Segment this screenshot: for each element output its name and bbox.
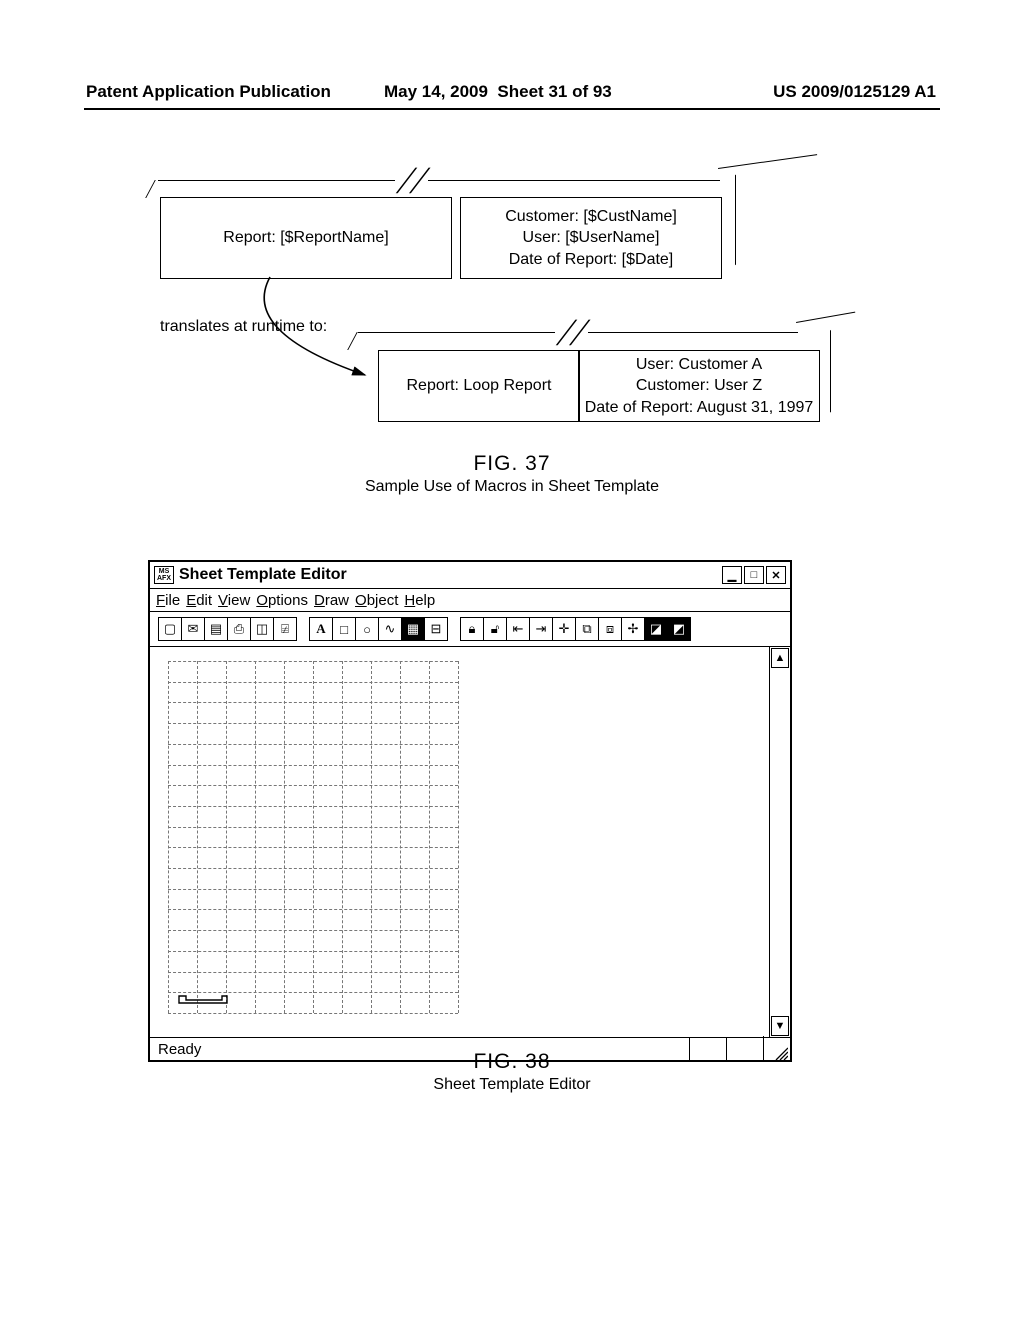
- ruler-shape-icon: [178, 991, 228, 1005]
- group-icon[interactable]: ⧉: [576, 618, 599, 640]
- window-title: Sheet Template Editor: [179, 566, 722, 584]
- grid-overlay: [168, 661, 458, 1013]
- lock-icon[interactable]: 🔒︎: [461, 618, 484, 640]
- open-icon[interactable]: ✉: [182, 618, 205, 640]
- image-tool-icon[interactable]: ▦: [402, 618, 425, 640]
- menu-edit[interactable]: Edit: [186, 592, 212, 609]
- bring-front-icon[interactable]: ◪: [645, 618, 668, 640]
- template-meta-text: Customer: [$CustName] User: [$UserName] …: [505, 206, 677, 271]
- template-report-text: Report: [$ReportName]: [223, 229, 388, 247]
- runtime-report-text: Report: Loop Report: [407, 377, 552, 395]
- menu-draw[interactable]: Draw: [314, 592, 349, 609]
- fig38-caption: Sheet Template Editor: [0, 1076, 1024, 1094]
- text-tool-icon[interactable]: A: [310, 618, 333, 640]
- app-icon: MS AFX: [154, 566, 174, 584]
- toolbar: ▢ ✉ ▤ ⎙ ◫ ⍯ A □ ○ ∿ ▦ ⊟ 🔒︎ 🔓︎ ⇤ ⇥ ✛: [150, 612, 790, 647]
- break-mark-2-icon: ╱╱: [555, 320, 588, 346]
- drawing-canvas[interactable]: [150, 647, 769, 1037]
- menu-bar: File Edit View Options Draw Object Help: [150, 589, 790, 612]
- toolbar-group-arrange: 🔒︎ 🔓︎ ⇤ ⇥ ✛ ⧉ ⧈ ✢ ◪ ◩: [460, 617, 691, 641]
- unlock-icon[interactable]: 🔓︎: [484, 618, 507, 640]
- header-pubnum: US 2009/0125129 A1: [773, 82, 936, 102]
- line-tool-icon[interactable]: ∿: [379, 618, 402, 640]
- scroll-down-icon[interactable]: ▼: [771, 1016, 789, 1036]
- ungroup-icon[interactable]: ⧈: [599, 618, 622, 640]
- send-back-icon[interactable]: ◩: [668, 618, 690, 640]
- header-rule: [84, 108, 940, 110]
- fig37-label: FIG. 37: [0, 452, 1024, 476]
- rect-tool-icon[interactable]: □: [333, 618, 356, 640]
- menu-file[interactable]: File: [156, 592, 180, 609]
- template-report-cell: Report: [$ReportName]: [160, 197, 452, 279]
- fig37-caption: Sample Use of Macros in Sheet Template: [0, 478, 1024, 496]
- menu-view[interactable]: View: [218, 592, 250, 609]
- align-right-icon[interactable]: ⇥: [530, 618, 553, 640]
- menu-options[interactable]: Options: [256, 592, 308, 609]
- cross-icon[interactable]: ✢: [622, 618, 645, 640]
- titlebar[interactable]: MS AFX Sheet Template Editor ▁ □ ✕: [150, 562, 790, 589]
- menu-object[interactable]: Object: [355, 592, 398, 609]
- header-date-sheet: May 14, 2009 Sheet 31 of 93: [384, 82, 612, 102]
- menu-help[interactable]: Help: [404, 592, 435, 609]
- close-button[interactable]: ✕: [766, 566, 786, 584]
- runtime-report-cell: Report: Loop Report: [378, 350, 580, 422]
- runtime-roof-right: [796, 312, 855, 323]
- template-side: [720, 174, 736, 277]
- zoom-icon[interactable]: ⍯: [274, 618, 296, 640]
- center-icon[interactable]: ✛: [553, 618, 576, 640]
- align-left-icon[interactable]: ⇤: [507, 618, 530, 640]
- runtime-meta-cell: User: Customer A Customer: User Z Date o…: [578, 350, 820, 422]
- scroll-track[interactable]: [770, 669, 790, 1015]
- header-publication: Patent Application Publication: [86, 82, 331, 102]
- break-mark-icon: ╱╱: [395, 168, 428, 194]
- preview-icon[interactable]: ◫: [251, 618, 274, 640]
- circle-tool-icon[interactable]: ○: [356, 618, 379, 640]
- toolbar-group-file: ▢ ✉ ▤ ⎙ ◫ ⍯: [158, 617, 297, 641]
- vertical-scrollbar[interactable]: ▲ ▼: [769, 647, 790, 1037]
- template-meta-cell: Customer: [$CustName] User: [$UserName] …: [460, 197, 722, 279]
- new-icon[interactable]: ▢: [159, 618, 182, 640]
- runtime-meta-text: User: Customer A Customer: User Z Date o…: [585, 354, 814, 419]
- editor-window: MS AFX Sheet Template Editor ▁ □ ✕ File …: [148, 560, 792, 1062]
- toolbar-group-draw: A □ ○ ∿ ▦ ⊟: [309, 617, 448, 641]
- maximize-button[interactable]: □: [744, 566, 764, 584]
- save-icon[interactable]: ▤: [205, 618, 228, 640]
- fig38-label: FIG. 38: [0, 1050, 1024, 1074]
- minimize-button[interactable]: ▁: [722, 566, 742, 584]
- print-icon[interactable]: ⎙: [228, 618, 251, 640]
- ruler-tool-icon[interactable]: ⊟: [425, 618, 447, 640]
- scroll-up-icon[interactable]: ▲: [771, 648, 789, 668]
